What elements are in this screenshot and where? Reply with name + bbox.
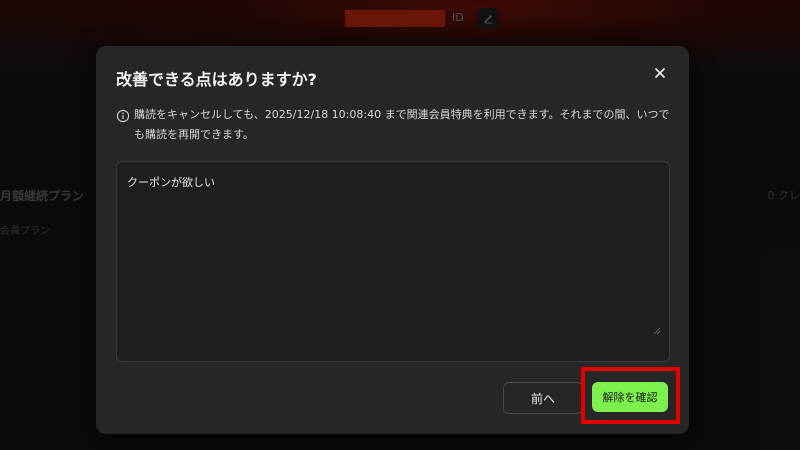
dialog-title: 改善できる点はありますか? — [116, 70, 317, 89]
back-button[interactable]: 前へ — [503, 382, 583, 414]
resize-handle-icon[interactable] — [653, 327, 661, 335]
close-icon — [654, 67, 666, 79]
feedback-textarea[interactable] — [117, 162, 669, 361]
highlight-annotation — [581, 367, 680, 424]
close-button[interactable] — [650, 63, 670, 83]
page: ID 月額継続プラン 会員プラン 0 クレ 改善できる点はありますか? 購読をキ… — [0, 0, 800, 450]
info-icon — [116, 109, 130, 123]
feedback-textarea-container — [116, 161, 670, 362]
notice-text: 購読をキャンセルしても、2025/12/18 10:08:40 まで関連会員特典… — [134, 108, 670, 141]
cancellation-notice: 購読をキャンセルしても、2025/12/18 10:08:40 まで関連会員特典… — [116, 108, 671, 145]
